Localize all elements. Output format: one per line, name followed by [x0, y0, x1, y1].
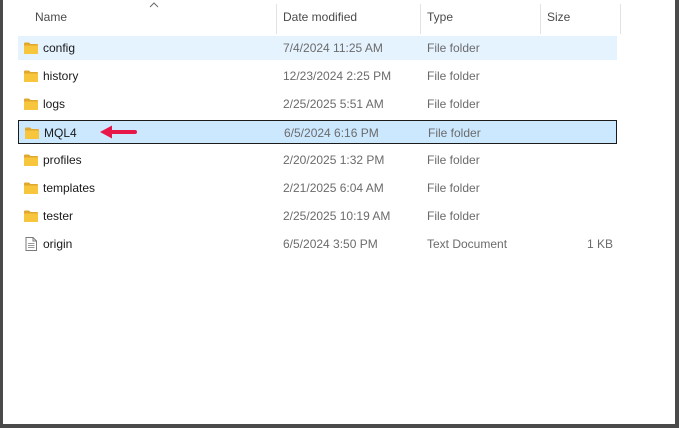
file-name: MQL4 — [44, 126, 77, 140]
column-divider[interactable] — [620, 4, 621, 34]
file-name: origin — [43, 237, 73, 251]
folder-icon — [23, 68, 39, 84]
file-type: File folder — [428, 126, 481, 140]
file-row-config[interactable]: config 7/4/2024 11:25 AM File folder — [18, 36, 617, 60]
file-size: 1 KB — [586, 237, 613, 251]
folder-icon — [23, 152, 39, 168]
file-date-modified: 2/20/2025 1:32 PM — [283, 153, 385, 167]
folder-icon — [23, 180, 39, 196]
file-row-mql4[interactable]: MQL4 6/5/2024 6:16 PM File folder — [18, 120, 617, 144]
file-date-modified: 7/4/2024 11:25 AM — [283, 41, 383, 55]
file-name: history — [43, 69, 79, 83]
file-name: profiles — [43, 153, 82, 167]
file-row-tester[interactable]: tester 2/25/2025 10:19 AM File folder — [18, 204, 617, 228]
file-name: logs — [43, 97, 66, 111]
file-name: tester — [43, 209, 74, 223]
file-name: templates — [43, 181, 96, 195]
folder-icon — [23, 40, 39, 56]
file-row-profiles[interactable]: profiles 2/20/2025 1:32 PM File folder — [18, 148, 617, 172]
column-header-name[interactable]: Name — [28, 0, 276, 34]
annotation-arrow-icon — [100, 125, 137, 139]
column-header-size[interactable]: Size — [540, 0, 620, 34]
folder-icon — [24, 125, 40, 141]
file-type: Text Document — [427, 237, 508, 251]
file-name: config — [43, 41, 76, 55]
file-type: File folder — [427, 41, 480, 55]
file-date-modified: 2/25/2025 5:51 AM — [283, 97, 384, 111]
folder-icon — [23, 96, 39, 112]
file-date-modified: 12/23/2024 2:25 PM — [283, 69, 392, 83]
file-type: File folder — [427, 181, 480, 195]
file-type: File folder — [427, 97, 480, 111]
file-row-history[interactable]: history 12/23/2024 2:25 PM File folder — [18, 64, 617, 88]
file-date-modified: 6/5/2024 3:50 PM — [283, 237, 378, 251]
column-header-type[interactable]: Type — [420, 0, 540, 34]
file-date-modified: 2/25/2025 10:19 AM — [283, 209, 391, 223]
folder-icon — [23, 208, 39, 224]
column-header-date-modified[interactable]: Date modified — [276, 0, 420, 34]
file-type: File folder — [427, 153, 480, 167]
file-type: File folder — [427, 69, 480, 83]
file-type: File folder — [427, 209, 480, 223]
file-date-modified: 2/21/2025 6:04 AM — [283, 181, 384, 195]
file-date-modified: 6/5/2024 6:16 PM — [284, 126, 379, 140]
text-file-icon — [23, 236, 39, 252]
file-row-templates[interactable]: templates 2/21/2025 6:04 AM File folder — [18, 176, 617, 200]
file-row-origin[interactable]: origin 6/5/2024 3:50 PM Text Document 1 KB — [18, 232, 617, 256]
column-header: Name Date modified Type Size — [3, 0, 675, 34]
file-row-logs[interactable]: logs 2/25/2025 5:51 AM File folder — [18, 92, 617, 116]
